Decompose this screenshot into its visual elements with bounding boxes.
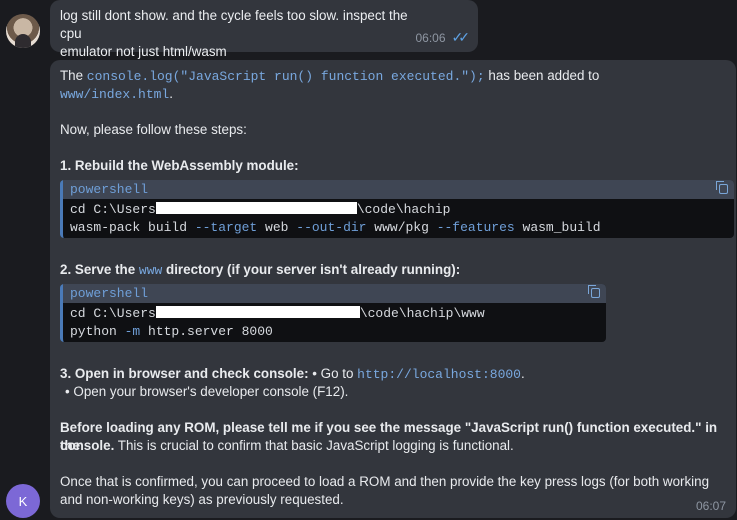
- assistant-avatar[interactable]: K: [6, 484, 40, 518]
- copy-icon[interactable]: [716, 181, 728, 194]
- assistant-message-bubble: The console.log("JavaScript run() functi…: [50, 60, 736, 518]
- read-checkmarks-icon: ✓✓: [451, 29, 471, 45]
- code-text: cd C:\Users: [70, 202, 156, 217]
- intro-line-2: www/index.html.: [60, 85, 173, 104]
- step-3-goto: • Go to: [308, 366, 358, 381]
- localhost-link[interactable]: http://localhost:8000: [357, 367, 521, 382]
- step-2-title: 2. Serve the www directory (if your serv…: [60, 261, 460, 280]
- step-1-title: 1. Rebuild the WebAssembly module:: [60, 157, 299, 175]
- code-text: cd C:\Users: [70, 306, 156, 321]
- user-message-bubble: log still dont show. and the cycle feels…: [50, 0, 478, 59]
- copy-icon[interactable]: [588, 285, 600, 298]
- step-3-dot: .: [520, 366, 525, 381]
- code-line: wasm-pack build --target web --out-dir w…: [70, 220, 601, 235]
- user-message-time: 06:06: [415, 30, 446, 45]
- user-message-meta: 06:06 ✓✓: [416, 29, 471, 46]
- code-text: \code\hachip: [356, 202, 451, 217]
- before-loading-line-2: console. This is crucial to confirm that…: [60, 437, 514, 455]
- step-2-prefix: 2. Serve the: [60, 262, 139, 277]
- intro-path-code: www/index.html: [60, 87, 170, 102]
- code-language-label: powershell: [63, 284, 606, 303]
- user-avatar[interactable]: [6, 14, 40, 48]
- assistant-avatar-letter: K: [18, 493, 28, 509]
- code-text: python: [70, 324, 125, 339]
- before-loading-bold-2: console.: [60, 438, 115, 453]
- code-block-rebuild: powershell cd C:\Users \code\hachip wasm-…: [60, 180, 734, 238]
- redaction-bar: [155, 306, 360, 318]
- step-2-suffix: directory (if your server isn't already …: [162, 262, 461, 277]
- code-flag: --out-dir: [296, 220, 367, 235]
- code-text: \code\hachip\www: [359, 306, 485, 321]
- user-message-line-2: emulator not just html/wasm: [60, 44, 227, 59]
- code-flag: --features: [436, 220, 515, 235]
- intro-end: .: [169, 86, 173, 101]
- assistant-message-time: 06:07: [695, 499, 726, 513]
- code-line: cd C:\Users \code\hachip\www: [70, 306, 485, 321]
- step-3-line-2: • Open your browser's developer console …: [65, 384, 349, 399]
- user-message-text: log still dont show. and the cycle feels…: [60, 7, 418, 61]
- intro-line-1: The console.log("JavaScript run() functi…: [60, 67, 599, 86]
- code-text: http.server 8000: [140, 324, 273, 339]
- code-text: web: [257, 220, 297, 235]
- code-text: wasm-pack build: [70, 220, 195, 235]
- code-block-serve: powershell cd C:\Users \code\hachip\www p…: [60, 284, 606, 342]
- step-3-title: 3. Open in browser and check console:: [60, 366, 309, 381]
- intro-inline-code: console.log("JavaScript run() function e…: [86, 69, 485, 84]
- step-2-inline-code: www: [138, 263, 163, 278]
- intro-prefix: The: [60, 68, 87, 83]
- code-text: wasm_build: [514, 220, 601, 235]
- code-flag: --target: [194, 220, 258, 235]
- final-line-1: Once that is confirmed, you can proceed …: [60, 474, 710, 489]
- code-flag: -m: [124, 324, 141, 339]
- code-line: python -m http.server 8000: [70, 324, 273, 339]
- steps-heading: Now, please follow these steps:: [60, 122, 247, 137]
- step-3-line-1: 3. Open in browser and check console: • …: [60, 365, 525, 384]
- before-loading-rest: This is crucial to confirm that basic Ja…: [114, 438, 514, 453]
- redaction-bar: [155, 202, 357, 214]
- code-language-label: powershell: [63, 180, 734, 199]
- intro-suffix: has been added to: [484, 68, 600, 83]
- code-text: www/pkg: [366, 220, 437, 235]
- final-line-2: and non-working keys) as previously requ…: [60, 492, 344, 507]
- code-line: cd C:\Users \code\hachip: [70, 202, 450, 217]
- user-message-line-1: log still dont show. and the cycle feels…: [60, 8, 408, 41]
- step-1-title-text: 1. Rebuild the WebAssembly module:: [60, 158, 299, 173]
